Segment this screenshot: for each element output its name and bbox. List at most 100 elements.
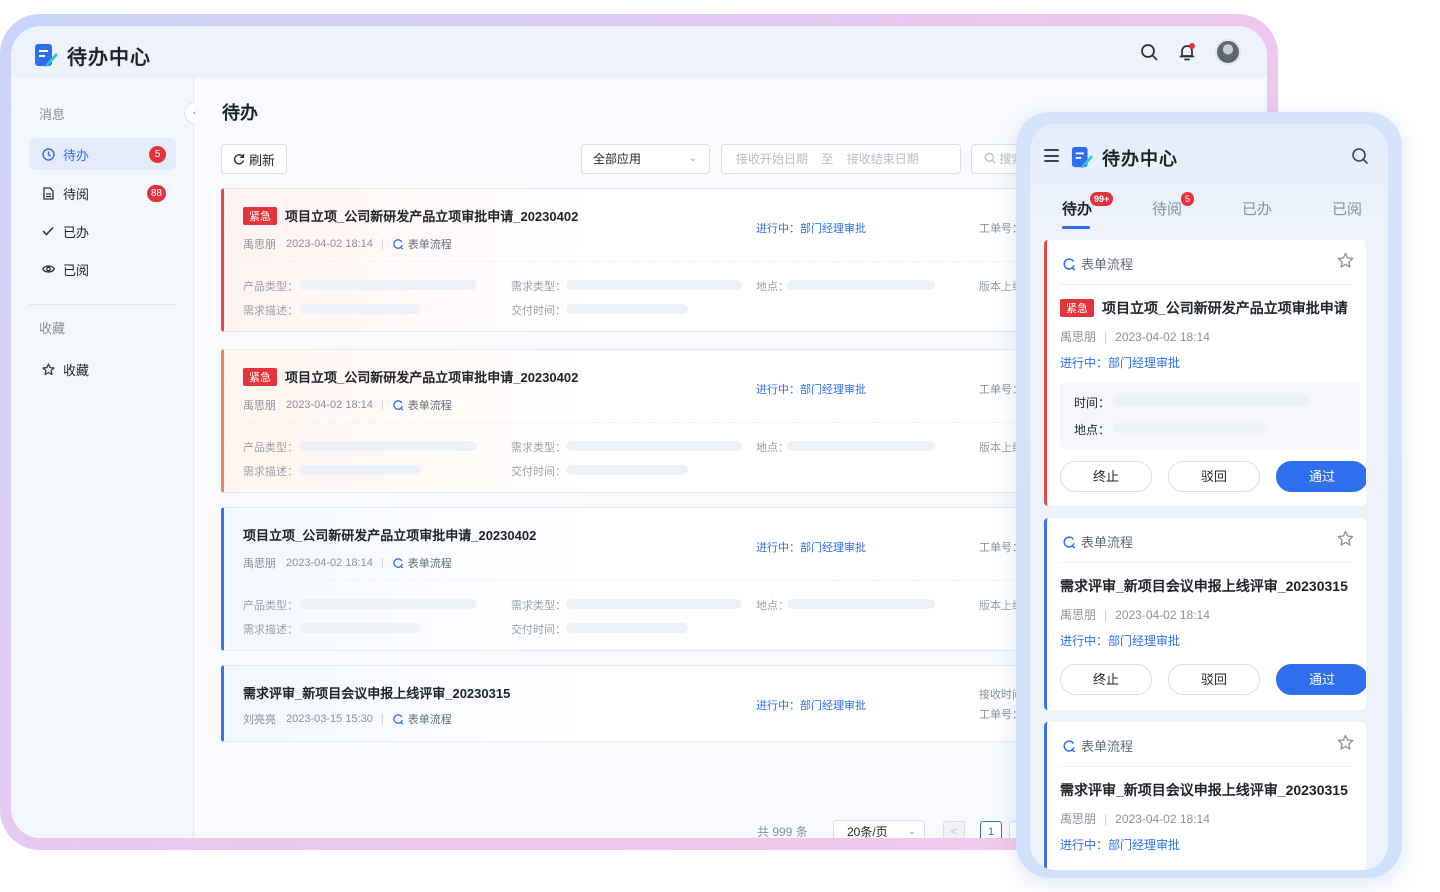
card-flow: 表单流程: [392, 711, 452, 727]
card-status[interactable]: 进行中：部门经理审批: [1060, 354, 1180, 371]
card-meta: 禹思朋 2023-04-02 18:14 | 表单流程: [243, 557, 452, 570]
approve-button[interactable]: 通过: [1276, 461, 1366, 492]
todo-card[interactable]: 紧急 项目立项_公司新研发产品立项审批申请_20230402 禹思朋 2023-…: [221, 188, 1051, 332]
card-status[interactable]: 进行中：部门经理审批: [1060, 836, 1180, 853]
toread-count-badge: 88: [146, 185, 166, 202]
card-status[interactable]: 进行中：部门经理审批: [756, 220, 866, 236]
field-label: 需求描述：: [243, 466, 298, 478]
search-icon: [984, 152, 996, 164]
card-detail-box: 时间： 地点：: [1060, 382, 1360, 450]
card-status[interactable]: 进行中：部门经理审批: [756, 539, 866, 555]
mobile-app-logo: 待办中心: [1072, 145, 1178, 171]
sidebar-item-toread[interactable]: 待阅 88: [29, 177, 176, 209]
date-range-picker[interactable]: 接收开始日期 至 接收结束日期: [721, 144, 961, 174]
app-select-value: 全部应用: [593, 152, 642, 166]
sidebar-item-label: 待办: [63, 147, 90, 163]
refresh-button[interactable]: 刷新: [221, 144, 287, 174]
chevron-down-icon: ⌄: [688, 153, 697, 164]
top-bar: 待办中心: [11, 26, 1267, 78]
document-icon: [41, 186, 55, 200]
refresh-label: 刷新: [248, 152, 275, 168]
sidebar-item-todo[interactable]: 待办 5: [29, 138, 176, 170]
star-icon[interactable]: [1337, 530, 1354, 547]
reject-button[interactable]: 驳回: [1168, 664, 1260, 695]
card-title: 项目立项_公司新研发产品立项审批申请_20230402: [285, 370, 579, 385]
mobile-header: 待办中心 待办 99+ 待阅 5 已办 已阅: [1030, 124, 1388, 234]
card-divider: [1059, 562, 1354, 563]
field-label: 时间：: [1074, 396, 1111, 410]
mobile-todo-card[interactable]: 表单流程 紧急 项目立项_公司新研发产品立项审批申请 禹思朋 | 2023-04-0…: [1044, 240, 1366, 506]
field-placeholder: [299, 304, 421, 314]
card-status[interactable]: 进行中：部门经理审批: [1060, 632, 1180, 649]
card-time: 2023-04-02 18:14: [286, 238, 373, 250]
tab-read[interactable]: 已阅: [1332, 198, 1362, 219]
todo-card[interactable]: 需求评审_新项目会议申报上线评审_20230315 刘亮亮 2023-03-15…: [221, 665, 1051, 742]
chevron-down-icon: ⌄: [907, 826, 916, 837]
field-placeholder: [299, 465, 421, 475]
tab-toread[interactable]: 待阅 5: [1152, 192, 1195, 219]
page-button[interactable]: 1: [980, 821, 1002, 838]
tab-todo[interactable]: 待办 99+: [1062, 192, 1114, 219]
todo-count-badge: 99+: [1090, 192, 1114, 206]
search-icon[interactable]: [1350, 146, 1370, 166]
field-label: 需求类型：: [511, 600, 566, 612]
card-flow: 表单流程: [392, 236, 452, 252]
card-status[interactable]: 进行中：部门经理审批: [756, 381, 866, 397]
card-author: 禹思朋: [243, 400, 276, 412]
star-icon[interactable]: [1337, 252, 1354, 269]
field-placeholder: [299, 599, 477, 609]
field-placeholder: [1113, 396, 1309, 406]
field-placeholder: [566, 623, 688, 633]
search-icon[interactable]: [1139, 42, 1159, 62]
sidebar-item-favorites[interactable]: 收藏: [29, 353, 176, 385]
card-meta: 禹思朋 2023-04-02 18:14 | 表单流程: [243, 236, 452, 252]
card-flow: 表单流程: [1062, 532, 1133, 551]
stop-button[interactable]: 终止: [1060, 664, 1152, 695]
todo-card[interactable]: 紧急 项目立项_公司新研发产品立项审批申请_20230402 禹思朋 2023-…: [221, 349, 1051, 493]
card-title-row: 紧急 项目立项_公司新研发产品立项审批申请_20230402: [243, 206, 578, 225]
stop-button[interactable]: 终止: [1060, 461, 1152, 492]
mobile-todo-card[interactable]: 表单流程 需求评审_新项目会议申报上线评审_20230315 禹思朋 | 2023-…: [1044, 518, 1366, 710]
mobile-screen: 待办中心 待办 99+ 待阅 5 已办 已阅 表单流程 紧急 项目立项_公司新研…: [1030, 124, 1388, 870]
flow-icon: [1063, 739, 1076, 752]
sidebar-item-read[interactable]: 已阅: [29, 253, 176, 285]
check-icon: [41, 224, 55, 238]
card-title: 项目立项_公司新研发产品立项审批申请_20230402: [243, 528, 537, 543]
avatar[interactable]: [1215, 39, 1241, 65]
todo-card[interactable]: 项目立项_公司新研发产品立项审批申请_20230402 禹思朋 2023-04-…: [221, 507, 1051, 651]
approve-button[interactable]: 通过: [1276, 664, 1366, 695]
field-label: 需求类型：: [511, 281, 566, 293]
sidebar: 消息 待办 5 待阅 88 已办 已阅 收藏 收藏: [11, 78, 194, 838]
field-placeholder: [299, 441, 477, 451]
star-icon[interactable]: [1337, 734, 1354, 751]
card-meta: 禹思朋 | 2023-04-02 18:14: [1060, 608, 1210, 622]
field-label: 交付时间：: [511, 466, 566, 478]
field-placeholder: [299, 280, 477, 290]
field-label: 交付时间：: [511, 305, 566, 317]
menu-icon[interactable]: [1044, 149, 1059, 162]
sidebar-item-label: 待阅: [63, 186, 90, 202]
card-title-row: 项目立项_公司新研发产品立项审批申请_20230402: [243, 525, 536, 544]
sidebar-item-label: 已阅: [63, 262, 90, 278]
prev-page-button[interactable]: <: [943, 821, 965, 838]
toread-count-badge: 5: [1181, 192, 1195, 206]
page-size-select[interactable]: 20条/页 ⌄: [833, 820, 925, 838]
mobile-todo-card[interactable]: 表单流程 需求评审_新项目会议申报上线评审_20230315 禹思朋 | 2023-…: [1044, 722, 1366, 870]
app-logo[interactable]: 待办中心: [35, 41, 151, 70]
field-placeholder: [1113, 423, 1268, 433]
card-status[interactable]: 进行中：部门经理审批: [756, 697, 866, 713]
field-label: 交付时间：: [511, 624, 566, 636]
app-select[interactable]: 全部应用 ⌄: [581, 144, 710, 174]
tab-done[interactable]: 已办: [1242, 198, 1272, 219]
date-end-placeholder: 接收结束日期: [846, 152, 919, 166]
flow-icon: [393, 558, 404, 569]
card-title-row: 需求评审_新项目会议申报上线评审_20230315: [243, 683, 510, 702]
card-flow: 表单流程: [392, 397, 452, 413]
flow-icon: [1063, 257, 1076, 270]
reject-button[interactable]: 驳回: [1168, 461, 1260, 492]
card-title: 需求评审_新项目会议申报上线评审_20230315: [243, 686, 511, 701]
todo-count-badge: 5: [149, 146, 166, 163]
eye-icon: [41, 262, 55, 276]
bell-icon[interactable]: [1177, 42, 1197, 62]
sidebar-item-done[interactable]: 已办: [29, 215, 176, 247]
